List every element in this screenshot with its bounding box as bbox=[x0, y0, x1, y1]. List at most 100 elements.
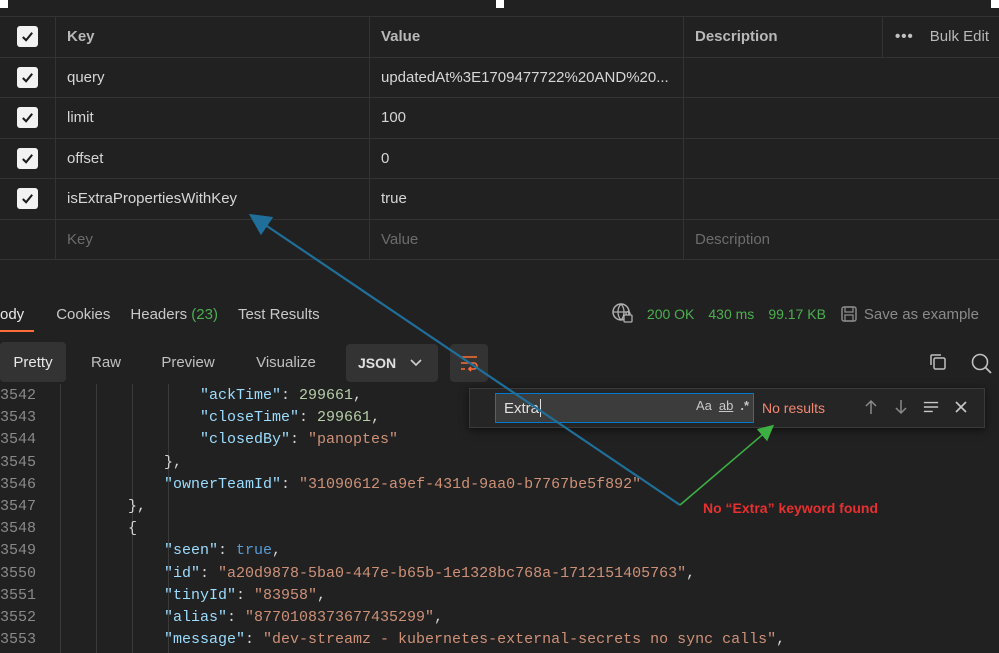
param-checkbox[interactable] bbox=[17, 147, 38, 169]
tab-body[interactable]: ody bbox=[0, 306, 35, 332]
param-key[interactable]: limit bbox=[56, 98, 370, 138]
param-key[interactable]: offset bbox=[56, 138, 370, 178]
chevron-down-icon bbox=[410, 359, 422, 367]
line-number: 3542 bbox=[0, 387, 37, 404]
use-regex-toggle[interactable]: .* bbox=[740, 398, 749, 413]
new-param-value[interactable]: Value bbox=[370, 219, 684, 259]
code-line: 3549 "seen": true, bbox=[0, 540, 999, 562]
previous-match-icon[interactable] bbox=[863, 397, 879, 417]
bulk-edit-button[interactable]: ••• Bulk Edit bbox=[882, 16, 999, 57]
line-number: 3551 bbox=[0, 586, 37, 604]
line-number: 3547 bbox=[0, 498, 37, 515]
next-match-icon[interactable] bbox=[893, 397, 909, 417]
param-row-new: Key Value Description bbox=[0, 219, 999, 260]
param-row: limit 100 bbox=[0, 98, 999, 139]
line-number: 3552 bbox=[0, 609, 37, 626]
code-content: "ackTime": 299661, bbox=[200, 387, 363, 404]
param-description[interactable] bbox=[684, 98, 999, 138]
code-line: 3545}, bbox=[0, 452, 999, 474]
param-row: isExtraPropertiesWithKey true bbox=[0, 179, 999, 220]
code-content: { bbox=[128, 520, 138, 538]
param-value[interactable]: 100 bbox=[370, 98, 684, 138]
new-param-key[interactable]: Key bbox=[56, 219, 370, 259]
copy-icon[interactable] bbox=[928, 352, 948, 372]
code-line: 3544 "closedBy": "panoptes" bbox=[0, 429, 999, 451]
code-content: "ownerTeamId": "31090612-a9ef-431d-9aa0-… bbox=[164, 475, 642, 493]
value-column-header: Value bbox=[370, 17, 684, 57]
find-in-selection-icon[interactable] bbox=[923, 397, 939, 417]
tab-headers-label: Headers bbox=[130, 305, 188, 323]
tab-visualize[interactable]: Visualize bbox=[244, 342, 328, 382]
code-content: "id": "a20d9878-5ba0-447e-b65b-1e1328bc7… bbox=[164, 564, 696, 582]
resize-handle[interactable] bbox=[991, 0, 999, 8]
code-content: "closedBy": "panoptes" bbox=[200, 431, 399, 449]
new-param-description[interactable]: Description bbox=[684, 220, 999, 260]
param-description[interactable] bbox=[684, 179, 999, 219]
description-column-header: Description bbox=[695, 28, 778, 46]
match-whole-word-toggle[interactable]: ab bbox=[719, 398, 733, 413]
param-checkbox[interactable] bbox=[17, 188, 38, 210]
globe-lock-icon[interactable] bbox=[611, 302, 633, 327]
close-icon[interactable] bbox=[953, 397, 969, 417]
tab-raw[interactable]: Raw bbox=[76, 342, 136, 382]
find-input[interactable]: Extra Aa ab .* bbox=[495, 393, 754, 423]
param-row: query updatedAt%3E1709477722%20AND%20... bbox=[0, 57, 999, 98]
wrap-lines-button[interactable] bbox=[450, 344, 488, 382]
response-status-bar: 200 OK 430 ms 99.17 KB Save as example bbox=[611, 298, 999, 330]
tab-test-results[interactable]: Test Results bbox=[228, 306, 330, 323]
status-code: 200 OK bbox=[646, 306, 695, 322]
code-line: 3553 "message": "dev-streamz - kubernetes… bbox=[0, 629, 999, 651]
code-line: 3548 { bbox=[0, 518, 999, 540]
code-line: 3551 "tinyId": "83958", bbox=[0, 585, 999, 607]
line-number: 3550 bbox=[0, 564, 37, 582]
response-time: 430 ms bbox=[708, 306, 755, 322]
resize-handle[interactable] bbox=[496, 0, 504, 8]
param-description[interactable] bbox=[684, 139, 999, 179]
query-params-panel: Key Value Description ••• Bulk Edit quer… bbox=[0, 0, 999, 260]
tab-cookies[interactable]: Cookies bbox=[46, 306, 120, 323]
code-content: "alias": "8770108373677435299", bbox=[164, 609, 444, 626]
param-checkbox[interactable] bbox=[17, 66, 38, 88]
save-as-example-label: Save as example bbox=[863, 305, 979, 323]
params-header-row: Key Value Description ••• Bulk Edit bbox=[0, 16, 999, 58]
code-content: "message": "dev-streamz - kubernetes-ext… bbox=[164, 631, 786, 649]
response-size: 99.17 KB bbox=[768, 306, 826, 322]
more-options-icon[interactable]: ••• bbox=[895, 28, 914, 45]
param-checkbox[interactable] bbox=[17, 107, 38, 129]
key-column-header: Key bbox=[56, 17, 370, 57]
language-select[interactable]: JSON bbox=[346, 344, 438, 382]
code-content: }, bbox=[128, 498, 147, 515]
find-result-count: No results bbox=[762, 400, 826, 416]
find-widget: Extra Aa ab .* No results bbox=[469, 388, 985, 428]
save-icon bbox=[841, 306, 857, 322]
language-value: JSON bbox=[358, 355, 397, 371]
annotation-text: No “Extra” keyword found bbox=[703, 500, 879, 516]
find-input-value: Extra bbox=[504, 399, 540, 417]
line-number: 3545 bbox=[0, 453, 37, 471]
select-all-checkbox[interactable] bbox=[17, 26, 38, 48]
line-number: 3543 bbox=[0, 409, 37, 427]
param-description[interactable] bbox=[684, 58, 999, 98]
resize-handle[interactable] bbox=[0, 0, 8, 8]
tab-headers[interactable]: Headers (23) bbox=[120, 306, 228, 323]
param-value[interactable]: updatedAt%3E1709477722%20AND%20... bbox=[370, 57, 684, 97]
code-content: "seen": true, bbox=[164, 542, 282, 560]
param-value[interactable]: 0 bbox=[370, 138, 684, 178]
code-line: 3546 "ownerTeamId": "31090612-a9ef-431d-9… bbox=[0, 474, 999, 496]
code-line: 3552 "alias": "8770108373677435299", bbox=[0, 607, 999, 629]
save-as-example-button[interactable]: Save as example bbox=[840, 305, 999, 323]
tab-pretty[interactable]: Pretty bbox=[0, 342, 66, 382]
match-case-toggle[interactable]: Aa bbox=[696, 398, 712, 413]
param-key[interactable]: isExtraPropertiesWithKey bbox=[56, 179, 370, 219]
param-key[interactable]: query bbox=[56, 57, 370, 97]
code-content: "tinyId": "83958", bbox=[164, 586, 327, 604]
line-number: 3549 bbox=[0, 542, 37, 560]
tab-preview[interactable]: Preview bbox=[150, 342, 226, 382]
code-line: 3550 "id": "a20d9878-5ba0-447e-b65b-1e132… bbox=[0, 563, 999, 585]
search-icon[interactable] bbox=[970, 352, 992, 374]
param-value[interactable]: true bbox=[370, 179, 684, 219]
line-number: 3544 bbox=[0, 431, 37, 449]
code-content: }, bbox=[164, 453, 183, 471]
format-toolbar: Pretty Raw Preview Visualize JSON bbox=[0, 342, 999, 384]
wrap-icon bbox=[461, 356, 478, 372]
